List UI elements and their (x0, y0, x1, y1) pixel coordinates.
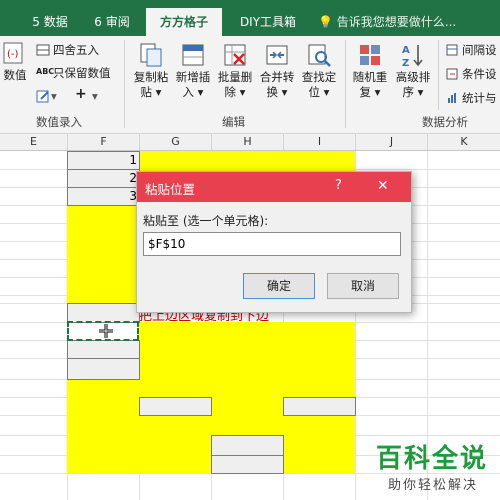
cell-f12[interactable] (67, 358, 140, 380)
dialog-title-bar[interactable]: 粘贴位置 ? ✕ (137, 172, 411, 202)
group-label-numeric-entry: 数值录入 (36, 115, 82, 129)
condition-icon (446, 68, 458, 80)
tell-me-search[interactable]: 💡 告诉我您想要做什么... (318, 8, 456, 36)
column-header-k[interactable]: K (428, 134, 500, 150)
help-button[interactable]: ? (335, 178, 342, 193)
column-header-e[interactable]: E (0, 134, 68, 150)
insert-icon (182, 44, 204, 66)
round-icon (36, 44, 50, 56)
stats-icon (448, 93, 456, 103)
abc-icon: ABC (36, 67, 55, 76)
sort-icon: AZ (402, 45, 423, 68)
paste-target-value: $F$10 (148, 237, 186, 251)
find-icon (308, 44, 331, 67)
dialog-title: 粘贴位置 (145, 182, 196, 197)
insert-button[interactable]: 新增插入 ▾ (173, 42, 213, 100)
cell-g15[interactable] (139, 397, 212, 416)
ribbon-tab-bar: 5 数据 6 审阅 方方格子 DIY工具箱 💡 告诉我您想要做什么... (0, 0, 500, 36)
tab-diy-toolbox[interactable]: DIY工具箱 (226, 8, 310, 36)
paste-position-dialog: 粘贴位置 ? ✕ 粘贴至 (选一个单元格): $F$10 确定 取消 (136, 171, 412, 313)
group-label-data-analysis: 数据分析 (422, 115, 468, 129)
ribbon: (-) 数值 四舍五入 ABC 只保留数值 ▾ + ▾ 数值录入 复制粘贴 ▾ … (0, 36, 500, 134)
watermark-main: 百科全说 (376, 444, 489, 474)
merge-icon (266, 45, 288, 65)
cell-i15[interactable] (283, 397, 356, 416)
group-separator (438, 40, 439, 110)
edit-icon[interactable] (36, 89, 50, 103)
cell-h18[interactable] (211, 455, 284, 474)
group-separator (345, 40, 346, 128)
column-header-j[interactable]: J (356, 134, 428, 150)
cell-f9[interactable] (67, 303, 140, 323)
chevron-down-icon[interactable]: ▾ (51, 89, 57, 103)
numeric-icon: (-) (3, 42, 23, 64)
column-header-g[interactable]: G (140, 134, 212, 150)
cell-f11[interactable] (67, 340, 140, 359)
interval-button[interactable]: 间隔设 (462, 42, 497, 58)
cancel-button[interactable]: 取消 (327, 273, 399, 299)
svg-text:A: A (402, 45, 410, 56)
column-header-row: E F G H I J K (0, 134, 500, 151)
round-button[interactable]: 四舍五入 (53, 42, 99, 58)
tab-review[interactable]: 6 审阅 (84, 8, 140, 36)
statistics-button[interactable]: 统计与 (462, 90, 497, 106)
numeric-button[interactable]: (-) 数值 (0, 40, 30, 83)
svg-text:(-): (-) (7, 49, 19, 60)
advanced-sort-button[interactable]: AZ 高级排序 ▾ (393, 42, 433, 100)
delete-icon (224, 44, 246, 66)
lightbulb-icon: 💡 (318, 15, 337, 29)
merge-convert-button[interactable]: 合并转换 ▾ (257, 42, 297, 100)
yellow-region-bottom-f (67, 379, 139, 474)
watermark-sub: 助你轻松解决 (388, 478, 479, 493)
column-header-h[interactable]: H (212, 134, 284, 150)
cell-value: 3 (129, 189, 137, 203)
column-header-i[interactable]: I (284, 134, 356, 150)
tab-data[interactable]: 5 数据 (22, 8, 78, 36)
random-repeat-button[interactable]: 随机重复 ▾ (350, 42, 390, 100)
paste-target-input[interactable]: $F$10 (143, 232, 401, 256)
batch-delete-button[interactable]: 批量删除 ▾ (215, 42, 255, 100)
condition-button[interactable]: 条件设 (462, 66, 497, 82)
cell-h17[interactable] (211, 435, 284, 456)
cell-value: 2 (129, 171, 137, 185)
group-label-edit: 编辑 (222, 115, 245, 129)
cell-cursor-icon (99, 324, 113, 338)
yellow-region-top-f (67, 205, 139, 303)
interval-icon (446, 44, 458, 56)
random-icon (360, 45, 380, 65)
cell-value: 1 (129, 153, 137, 167)
dialog-prompt: 粘贴至 (选一个单元格): (143, 214, 269, 228)
svg-text:Z: Z (402, 58, 409, 68)
tab-fangfang[interactable]: 方方格子 (146, 8, 222, 36)
group-separator (124, 40, 125, 128)
find-locate-button[interactable]: 查找定位 ▾ (299, 42, 339, 100)
watermark: 百科全说 助你轻松解决 (372, 438, 496, 496)
chevron-down-icon[interactable]: ▾ (92, 89, 98, 103)
plus-button[interactable]: + (75, 86, 87, 102)
keep-value-button[interactable]: 只保留数值 (53, 65, 111, 81)
ok-button[interactable]: 确定 (243, 273, 315, 299)
close-icon[interactable]: ✕ (377, 178, 389, 194)
copy-paste-icon (140, 43, 162, 67)
copy-paste-button[interactable]: 复制粘贴 ▾ (131, 42, 171, 100)
column-header-f[interactable]: F (68, 134, 140, 150)
